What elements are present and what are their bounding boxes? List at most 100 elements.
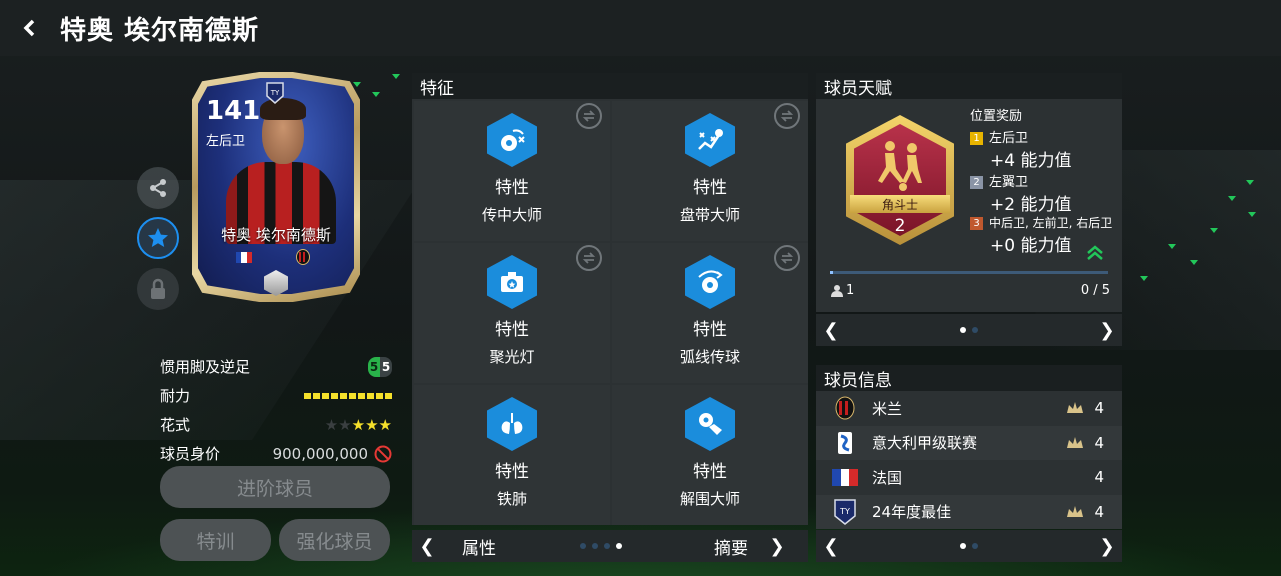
feature-card[interactable]: 特性 弧线传球 xyxy=(612,243,808,383)
clearance-master-icon xyxy=(685,397,735,451)
player-count-icon xyxy=(831,285,843,297)
pager-prev-label[interactable]: 属性 xyxy=(462,534,496,559)
chevron-left-icon xyxy=(23,19,35,37)
favorite-button[interactable] xyxy=(137,217,179,259)
decor-triangle xyxy=(1228,196,1236,201)
talent-pager: ❮ ❯ xyxy=(816,314,1122,346)
feature-name: 弧线传球 xyxy=(679,348,740,366)
pager-prev-icon[interactable]: ❮ xyxy=(816,536,846,557)
feature-name: 解围大师 xyxy=(679,490,740,508)
decor-triangle xyxy=(1210,228,1218,233)
prohibited-icon xyxy=(374,445,392,462)
stamina-segment xyxy=(313,392,320,399)
stamina-segment xyxy=(322,392,329,399)
talent-progress-text: 0 / 5 xyxy=(1080,283,1110,298)
swap-icon[interactable] xyxy=(774,245,800,271)
card-player-name: 特奥 埃尔南德斯 xyxy=(221,226,331,244)
share-button[interactable] xyxy=(137,167,179,209)
swap-icon[interactable] xyxy=(774,103,800,129)
feature-card[interactable]: 特性 盘带大师 xyxy=(612,101,808,241)
skill-label: 花式 xyxy=(160,416,191,434)
feature-card[interactable]: 特性 铁肺 xyxy=(414,385,610,525)
dribble-master-icon xyxy=(685,113,735,167)
stamina-segment xyxy=(304,392,311,399)
bonus-value: +4 能力值 xyxy=(990,151,1072,171)
stamina-segment xyxy=(358,392,365,399)
decor-triangle xyxy=(1168,244,1176,249)
card-rating: 141 xyxy=(206,96,261,126)
bonus-value: +2 能力值 xyxy=(990,195,1072,215)
feature-name: 盘带大师 xyxy=(679,206,740,224)
skill-star-icon: ★ xyxy=(351,415,366,434)
feature-type: 特性 xyxy=(693,462,727,482)
skill-star-icon: ★ xyxy=(378,415,392,434)
info-row-program[interactable]: TY 24年度最佳 4 xyxy=(816,494,1122,529)
stamina-row: 耐力 xyxy=(160,381,392,410)
pager-next-label[interactable]: 摘要 xyxy=(714,534,748,559)
info-pager: ❮ ❯ xyxy=(816,530,1122,562)
toty-badge-icon: TY xyxy=(834,499,856,525)
feature-type: 特性 xyxy=(495,178,529,198)
toty-badge-icon: TY xyxy=(266,82,284,104)
info-row-nation[interactable]: 法国 4 xyxy=(816,460,1122,495)
info-name: 法国 xyxy=(872,468,903,487)
info-row-club[interactable]: 米兰 4 xyxy=(816,391,1122,426)
star-icon xyxy=(148,228,168,247)
special-training-button[interactable]: 特训 xyxy=(160,519,271,561)
pager-prev-icon[interactable]: ❮ xyxy=(412,536,442,557)
svg-text:TY: TY xyxy=(839,507,850,516)
stamina-segment xyxy=(376,392,383,399)
info-row-league[interactable]: 意大利甲级联赛 4 xyxy=(816,425,1122,460)
pager-next-icon[interactable]: ❯ xyxy=(1092,536,1122,557)
enhance-player-button[interactable]: 强化球员 xyxy=(279,519,390,561)
bonus-positions: 左翼卫 xyxy=(989,175,1029,190)
feature-type: 特性 xyxy=(693,320,727,340)
skill-row: 花式 ★★★★★ xyxy=(160,410,392,439)
feature-name: 传中大师 xyxy=(481,206,542,224)
lock-button[interactable] xyxy=(137,268,179,310)
card-position: 左后卫 xyxy=(206,134,246,149)
player-info-panel: 米兰 4 意大利甲级联赛 4 法国 4 TY 24年度最佳 4 xyxy=(816,391,1122,529)
features-header: 特征 xyxy=(412,73,808,99)
info-name: 米兰 xyxy=(872,399,903,418)
back-button[interactable] xyxy=(0,0,60,56)
weak-foot-left: 5 xyxy=(368,356,380,377)
swap-icon[interactable] xyxy=(576,245,602,271)
stamina-segment xyxy=(367,392,374,399)
decor-triangle xyxy=(1248,212,1256,217)
pager-next-icon[interactable]: ❯ xyxy=(1092,320,1122,341)
skill-stars: ★★★★★ xyxy=(325,416,392,434)
weak-foot-label: 惯用脚及逆足 xyxy=(160,358,251,376)
info-rating: 4 xyxy=(1094,468,1104,487)
skill-star-icon: ★ xyxy=(338,415,352,434)
talent-level: 2 xyxy=(894,216,906,236)
feature-name: 聚光灯 xyxy=(489,348,535,366)
pager-next-icon[interactable]: ❯ xyxy=(762,536,792,557)
cross-master-icon xyxy=(487,113,537,167)
decor-triangle xyxy=(392,74,400,79)
pager-dots xyxy=(960,543,978,549)
player-card[interactable]: TY 141 左后卫 特奥 埃尔南德斯 xyxy=(192,72,360,302)
top-bar: 特奥 埃尔南德斯 xyxy=(0,0,1281,56)
decor-triangle xyxy=(372,92,380,97)
bonus-positions: 左后卫 xyxy=(989,131,1029,146)
bonus-rank: 1 xyxy=(970,132,983,145)
talent-progress-bar xyxy=(830,271,1108,274)
talent-panel: 角斗士 2 位置奖励 1 左后卫 +4 能力值 2 左翼卫 +2 能力值 3 中后卫,… xyxy=(816,99,1122,312)
feature-card[interactable]: 特性 聚光灯 xyxy=(414,243,610,383)
feature-card[interactable]: 特性 传中大师 xyxy=(414,101,610,241)
pager-dots xyxy=(960,327,978,333)
info-rating: 4 xyxy=(1094,399,1104,418)
player-info-header: 球员信息 xyxy=(816,365,1122,391)
bonus-rank: 3 xyxy=(970,217,983,230)
position-bonus-title: 位置奖励 xyxy=(970,109,1023,124)
spotlight-icon xyxy=(487,255,537,309)
advance-player-button[interactable]: 进阶球员 xyxy=(160,466,390,508)
feature-type: 特性 xyxy=(495,320,529,340)
france-flag-icon xyxy=(832,468,859,486)
feature-card[interactable]: 特性 解围大师 xyxy=(612,385,808,525)
swap-icon[interactable] xyxy=(576,103,602,129)
bonus-rank: 2 xyxy=(970,176,983,189)
pager-prev-icon[interactable]: ❮ xyxy=(816,320,846,341)
position-bonus: 1 左后卫 +4 能力值 xyxy=(970,127,1071,171)
